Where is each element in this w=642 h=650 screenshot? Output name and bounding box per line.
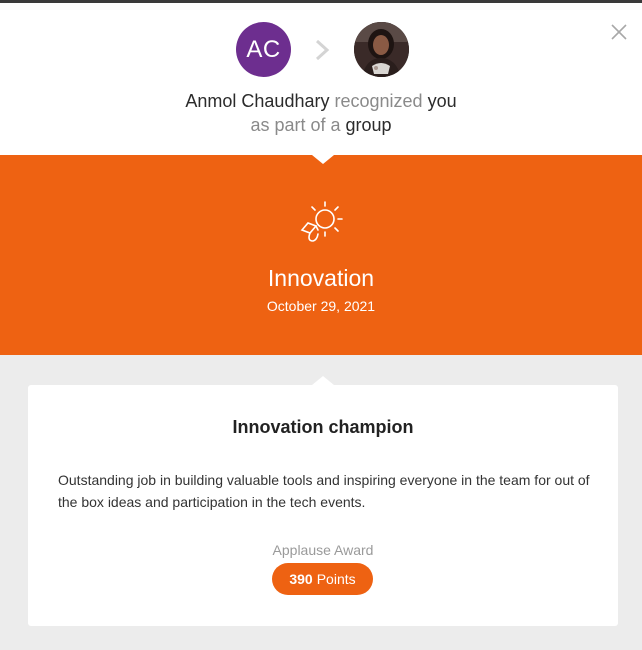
card-message: Outstanding job in building valuable too…	[58, 472, 590, 510]
sender-initials: AC	[246, 35, 281, 63]
sender-avatar[interactable]: AC	[236, 22, 291, 77]
pointer-down-triangle	[312, 155, 334, 164]
card-title: Innovation champion	[232, 417, 414, 437]
chevron-right-icon	[313, 38, 331, 62]
recipient-text: you	[427, 91, 457, 111]
lightbulb-hand-icon	[296, 199, 348, 247]
recipient-avatar[interactable]	[354, 22, 409, 77]
recognition-headline: Anmol Chaudhary recognized you as part o…	[0, 89, 642, 137]
line2-prefix: as part of a	[250, 115, 341, 135]
recognition-modal: AC Anmol Chaudhary recognized you as par…	[0, 0, 642, 650]
points-value: 390	[289, 571, 313, 587]
award-name: Innovation	[267, 265, 375, 291]
pointer-up-triangle	[312, 376, 334, 385]
avatar-row: AC	[0, 22, 642, 78]
points-badge: 390 Points	[272, 563, 373, 595]
award-type: Applause Award	[272, 542, 374, 558]
points-label: Points	[316, 571, 356, 587]
group-text: group	[345, 115, 392, 135]
recognition-header: AC Anmol Chaudhary recognized you as par…	[0, 3, 642, 155]
award-banner: Innovation October 29, 2021	[0, 155, 642, 355]
award-date: October 29, 2021	[266, 298, 376, 314]
award-detail-card: Innovation champion Outstanding job in b…	[28, 385, 618, 626]
verb-text: recognized	[334, 91, 423, 111]
sender-name[interactable]: Anmol Chaudhary	[185, 91, 329, 111]
